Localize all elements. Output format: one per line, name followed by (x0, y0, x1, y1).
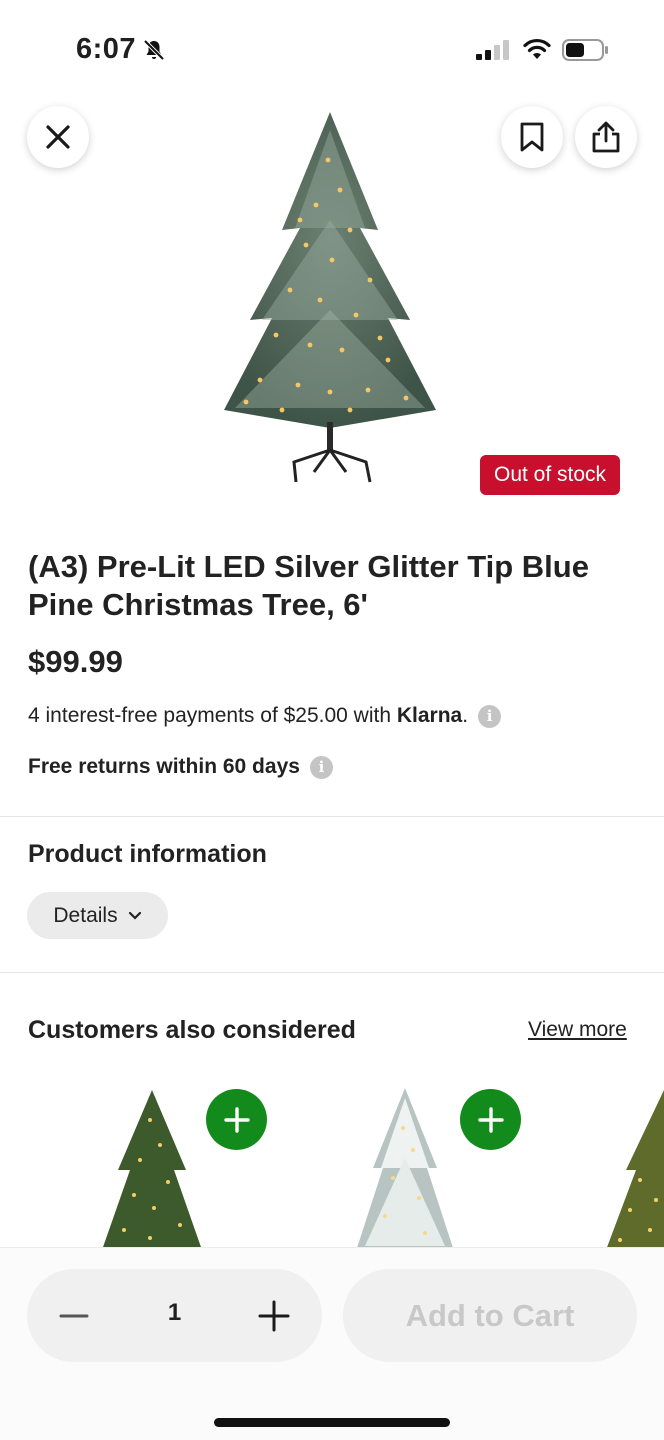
cellular-signal-icon (476, 40, 509, 60)
bottom-action-bar: 1 Add to Cart (0, 1247, 664, 1440)
product-price: $99.99 (28, 644, 123, 679)
plus-icon (223, 1106, 250, 1133)
product-hero: Out of stock (0, 96, 664, 516)
chevron-down-icon (128, 911, 141, 920)
product-information-heading: Product information (28, 840, 267, 868)
klarna-payment-info: 4 interest-free payments of $25.00 with … (28, 704, 502, 728)
close-icon (46, 125, 70, 149)
gold-lit-tree-image (606, 1090, 664, 1248)
out-of-stock-badge: Out of stock (480, 455, 621, 495)
add-to-cart-button[interactable] (460, 1089, 521, 1150)
wifi-icon (523, 38, 551, 59)
add-to-cart-button[interactable]: Add to Cart (343, 1269, 637, 1362)
status-bar: 6:07 (0, 0, 664, 96)
christmas-tree-image (224, 112, 436, 483)
free-returns-info: Free returns within 60 days i (28, 755, 333, 779)
status-time: 6:07 (76, 33, 137, 65)
plus-icon (477, 1106, 504, 1133)
klarna-brand: Klarna (396, 704, 463, 727)
home-indicator (214, 1418, 450, 1427)
info-icon[interactable]: i (478, 704, 502, 728)
plus-icon[interactable] (257, 1299, 291, 1333)
product-title: (A3) Pre-Lit LED Silver Glitter Tip Blue… (28, 549, 589, 622)
quantity-stepper: 1 (27, 1269, 322, 1362)
battery-icon (562, 39, 608, 61)
recommendation-card[interactable] (345, 1076, 525, 1248)
customers-also-considered-heading: Customers also considered (28, 1016, 356, 1044)
green-lit-tree-image (102, 1090, 202, 1248)
flocked-white-tree-image (357, 1088, 453, 1248)
divider (0, 816, 664, 817)
klarna-text: 4 interest-free payments of $25.00 with (28, 704, 397, 727)
recommendations-carousel[interactable] (0, 1076, 664, 1248)
share-icon (592, 121, 620, 153)
recommendation-card[interactable] (600, 1076, 664, 1248)
klarna-suffix: . (462, 704, 469, 727)
close-button[interactable] (27, 106, 89, 168)
bookmark-button[interactable] (501, 106, 563, 168)
info-icon[interactable]: i (309, 755, 333, 779)
bookmark-icon (520, 122, 544, 152)
returns-text: Free returns within 60 days (28, 755, 300, 778)
add-to-cart-button[interactable] (206, 1089, 267, 1150)
view-more-link[interactable]: View more (528, 1018, 627, 1042)
recommendation-card[interactable] (90, 1076, 267, 1248)
details-label: Details (53, 903, 118, 927)
share-button[interactable] (575, 106, 637, 168)
details-button[interactable]: Details (27, 892, 168, 939)
bell-slash-icon (143, 39, 165, 61)
divider (0, 972, 664, 973)
